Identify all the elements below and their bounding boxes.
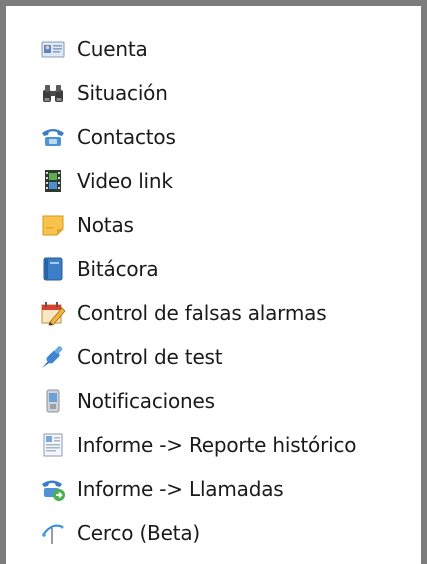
binoculars-icon (40, 80, 66, 106)
mobile-phone-icon (40, 388, 66, 414)
calendar-pencil-icon (40, 300, 66, 326)
menu-item-video-link[interactable]: Video link (40, 159, 356, 203)
menu-item-label: Notas (77, 213, 134, 237)
menu-item-notas[interactable]: Notas (40, 203, 356, 247)
menu-item-label: Informe -> Llamadas (77, 477, 284, 501)
menu-item-label: Notificaciones (77, 389, 215, 413)
menu-item-reporte-llamadas[interactable]: Informe -> Llamadas (40, 467, 356, 511)
menu-item-label: Control de falsas alarmas (77, 301, 327, 325)
logbook-icon (40, 256, 66, 282)
menu-panel: Cuenta Situación Contactos Video link No… (0, 0, 427, 564)
test-probe-icon (40, 344, 66, 370)
context-menu: Cuenta Situación Contactos Video link No… (40, 27, 357, 555)
film-strip-icon (40, 168, 66, 194)
account-card-icon (40, 36, 66, 62)
menu-item-label: Informe -> Reporte histórico (77, 433, 357, 457)
menu-item-label: Cerco (Beta) (77, 521, 200, 545)
sticky-note-icon (40, 212, 66, 238)
menu-item-cerco[interactable]: Cerco (Beta) (40, 511, 356, 555)
menu-item-reporte-historico[interactable]: Informe -> Reporte histórico (40, 423, 357, 467)
menu-item-label: Contactos (77, 125, 176, 149)
menu-item-bitacora[interactable]: Bitácora (40, 247, 356, 291)
menu-item-label: Situación (77, 81, 168, 105)
telephone-icon (40, 124, 66, 150)
menu-item-contactos[interactable]: Contactos (40, 115, 356, 159)
report-document-icon (40, 432, 66, 458)
menu-item-control-falsas-alarmas[interactable]: Control de falsas alarmas (40, 291, 356, 335)
menu-item-notificaciones[interactable]: Notificaciones (40, 379, 356, 423)
menu-item-cuenta[interactable]: Cuenta (40, 27, 356, 71)
menu-item-situacion[interactable]: Situación (40, 71, 356, 115)
fence-icon (40, 520, 66, 546)
menu-item-label: Bitácora (77, 257, 159, 281)
menu-item-label: Cuenta (77, 37, 148, 61)
menu-item-control-test[interactable]: Control de test (40, 335, 356, 379)
menu-item-label: Video link (77, 169, 173, 193)
call-report-icon (40, 476, 66, 502)
menu-item-label: Control de test (77, 345, 223, 369)
